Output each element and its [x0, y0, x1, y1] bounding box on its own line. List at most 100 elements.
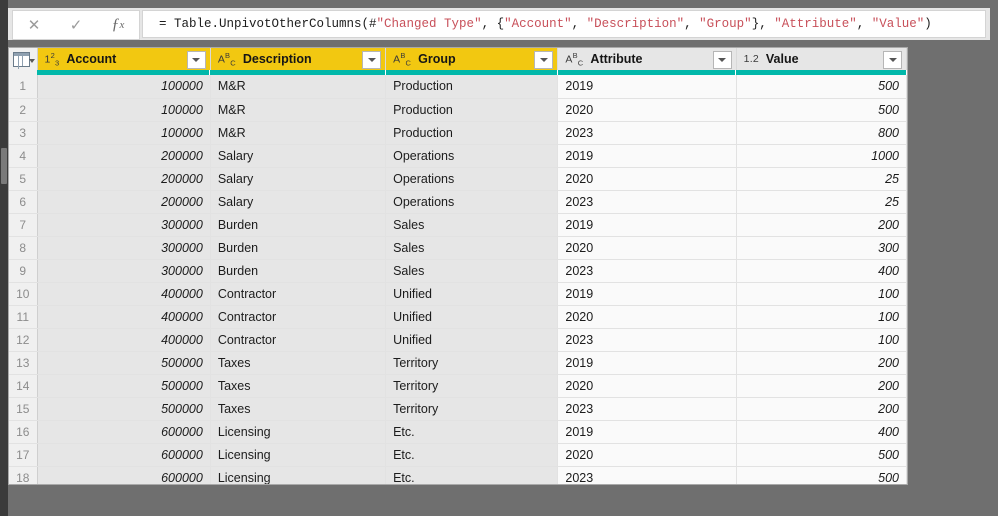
table-row[interactable]: 1 100000 M&R Production 2019 500: [9, 75, 907, 99]
data-type-icon-text[interactable]: ABC: [218, 51, 236, 68]
table-row[interactable]: 12 400000 Contractor Unified 2023 100: [9, 328, 907, 352]
cell-attribute[interactable]: 2020: [557, 167, 737, 191]
cell-attribute[interactable]: 2020: [557, 374, 737, 398]
row-number[interactable]: 10: [9, 282, 38, 306]
cell-value[interactable]: 200: [736, 397, 907, 421]
row-number[interactable]: 3: [9, 121, 38, 145]
cell-value[interactable]: 500: [736, 98, 907, 122]
cell-attribute[interactable]: 2020: [557, 443, 737, 467]
cell-account[interactable]: 400000: [37, 282, 211, 306]
pane-splitter-handle[interactable]: [1, 148, 7, 184]
table-row[interactable]: 11 400000 Contractor Unified 2020 100: [9, 305, 907, 329]
cell-account[interactable]: 600000: [37, 466, 211, 484]
row-number[interactable]: 2: [9, 98, 38, 122]
cell-attribute[interactable]: 2023: [557, 397, 737, 421]
cell-group[interactable]: Territory: [385, 374, 559, 398]
cell-value[interactable]: 100: [736, 305, 907, 329]
cell-group[interactable]: Sales: [385, 236, 559, 260]
cell-description[interactable]: M&R: [210, 121, 387, 145]
cell-attribute[interactable]: 2019: [557, 282, 737, 306]
cell-group[interactable]: Production: [385, 98, 559, 122]
cell-account[interactable]: 100000: [37, 75, 211, 99]
cell-attribute[interactable]: 2020: [557, 98, 737, 122]
cell-attribute[interactable]: 2023: [557, 328, 737, 352]
cell-value[interactable]: 25: [736, 190, 907, 214]
cell-description[interactable]: M&R: [210, 75, 387, 99]
row-number[interactable]: 11: [9, 305, 38, 329]
cell-value[interactable]: 100: [736, 282, 907, 306]
cell-attribute[interactable]: 2023: [557, 466, 737, 484]
table-row[interactable]: 9 300000 Burden Sales 2023 400: [9, 259, 907, 283]
row-number[interactable]: 15: [9, 397, 38, 421]
cell-account[interactable]: 400000: [37, 328, 211, 352]
row-number[interactable]: 5: [9, 167, 38, 191]
table-row[interactable]: 13 500000 Taxes Territory 2019 200: [9, 351, 907, 375]
data-type-icon-whole-number[interactable]: 123: [45, 51, 60, 68]
cell-account[interactable]: 300000: [37, 213, 211, 237]
table-row[interactable]: 17 600000 Licensing Etc. 2020 500: [9, 443, 907, 467]
cell-account[interactable]: 200000: [37, 144, 211, 168]
cell-description[interactable]: Salary: [210, 167, 387, 191]
cell-group[interactable]: Unified: [385, 305, 559, 329]
cell-attribute[interactable]: 2023: [557, 190, 737, 214]
cell-attribute[interactable]: 2020: [557, 305, 737, 329]
cell-attribute[interactable]: 2019: [557, 144, 737, 168]
row-number[interactable]: 6: [9, 190, 38, 214]
cell-description[interactable]: Licensing: [210, 420, 387, 444]
filter-dropdown-icon[interactable]: [186, 51, 206, 69]
cell-description[interactable]: Taxes: [210, 351, 387, 375]
cell-value[interactable]: 100: [736, 328, 907, 352]
cell-group[interactable]: Etc.: [385, 420, 559, 444]
row-number[interactable]: 17: [9, 443, 38, 467]
cell-description[interactable]: Burden: [210, 259, 387, 283]
cell-attribute[interactable]: 2023: [557, 121, 737, 145]
cell-account[interactable]: 500000: [37, 397, 211, 421]
column-header-account[interactable]: 123 Account: [37, 48, 211, 70]
cell-value[interactable]: 300: [736, 236, 907, 260]
cell-attribute[interactable]: 2023: [557, 259, 737, 283]
cell-description[interactable]: Burden: [210, 236, 387, 260]
column-header-description[interactable]: ABC Description: [210, 48, 387, 70]
row-number[interactable]: 14: [9, 374, 38, 398]
fx-icon[interactable]: ƒx: [97, 12, 139, 38]
filter-dropdown-icon[interactable]: [883, 51, 902, 69]
table-row[interactable]: 15 500000 Taxes Territory 2023 200: [9, 397, 907, 421]
checkmark-icon[interactable]: ✓: [55, 12, 97, 38]
table-row[interactable]: 8 300000 Burden Sales 2020 300: [9, 236, 907, 260]
cell-account[interactable]: 500000: [37, 351, 211, 375]
cell-group[interactable]: Territory: [385, 351, 559, 375]
cell-attribute[interactable]: 2019: [557, 420, 737, 444]
cell-description[interactable]: M&R: [210, 98, 387, 122]
table-row[interactable]: 4 200000 Salary Operations 2019 1000: [9, 144, 907, 168]
cell-group[interactable]: Production: [385, 121, 559, 145]
table-row[interactable]: 6 200000 Salary Operations 2023 25: [9, 190, 907, 214]
column-header-group[interactable]: ABC Group: [385, 48, 559, 70]
cell-group[interactable]: Operations: [385, 190, 559, 214]
cell-value[interactable]: 200: [736, 213, 907, 237]
cell-value[interactable]: 25: [736, 167, 907, 191]
cell-group[interactable]: Production: [385, 75, 559, 99]
cell-account[interactable]: 300000: [37, 236, 211, 260]
data-type-icon-text[interactable]: ABC: [565, 51, 583, 68]
cell-group[interactable]: Unified: [385, 282, 559, 306]
cell-value[interactable]: 400: [736, 259, 907, 283]
data-type-icon-decimal[interactable]: 1.2: [744, 53, 759, 65]
cell-account[interactable]: 600000: [37, 443, 211, 467]
cell-value[interactable]: 500: [736, 75, 907, 99]
cell-group[interactable]: Operations: [385, 167, 559, 191]
cell-description[interactable]: Taxes: [210, 374, 387, 398]
row-number[interactable]: 18: [9, 466, 38, 484]
cell-description[interactable]: Contractor: [210, 305, 387, 329]
row-number[interactable]: 7: [9, 213, 38, 237]
cell-group[interactable]: Sales: [385, 259, 559, 283]
table-row[interactable]: 18 600000 Licensing Etc. 2023 500: [9, 466, 907, 484]
cell-group[interactable]: Etc.: [385, 466, 559, 484]
table-row[interactable]: 10 400000 Contractor Unified 2019 100: [9, 282, 907, 306]
row-number[interactable]: 4: [9, 144, 38, 168]
cell-value[interactable]: 200: [736, 374, 907, 398]
cell-value[interactable]: 500: [736, 443, 907, 467]
cell-description[interactable]: Contractor: [210, 328, 387, 352]
table-row[interactable]: 2 100000 M&R Production 2020 500: [9, 98, 907, 122]
cell-group[interactable]: Operations: [385, 144, 559, 168]
cell-account[interactable]: 200000: [37, 167, 211, 191]
